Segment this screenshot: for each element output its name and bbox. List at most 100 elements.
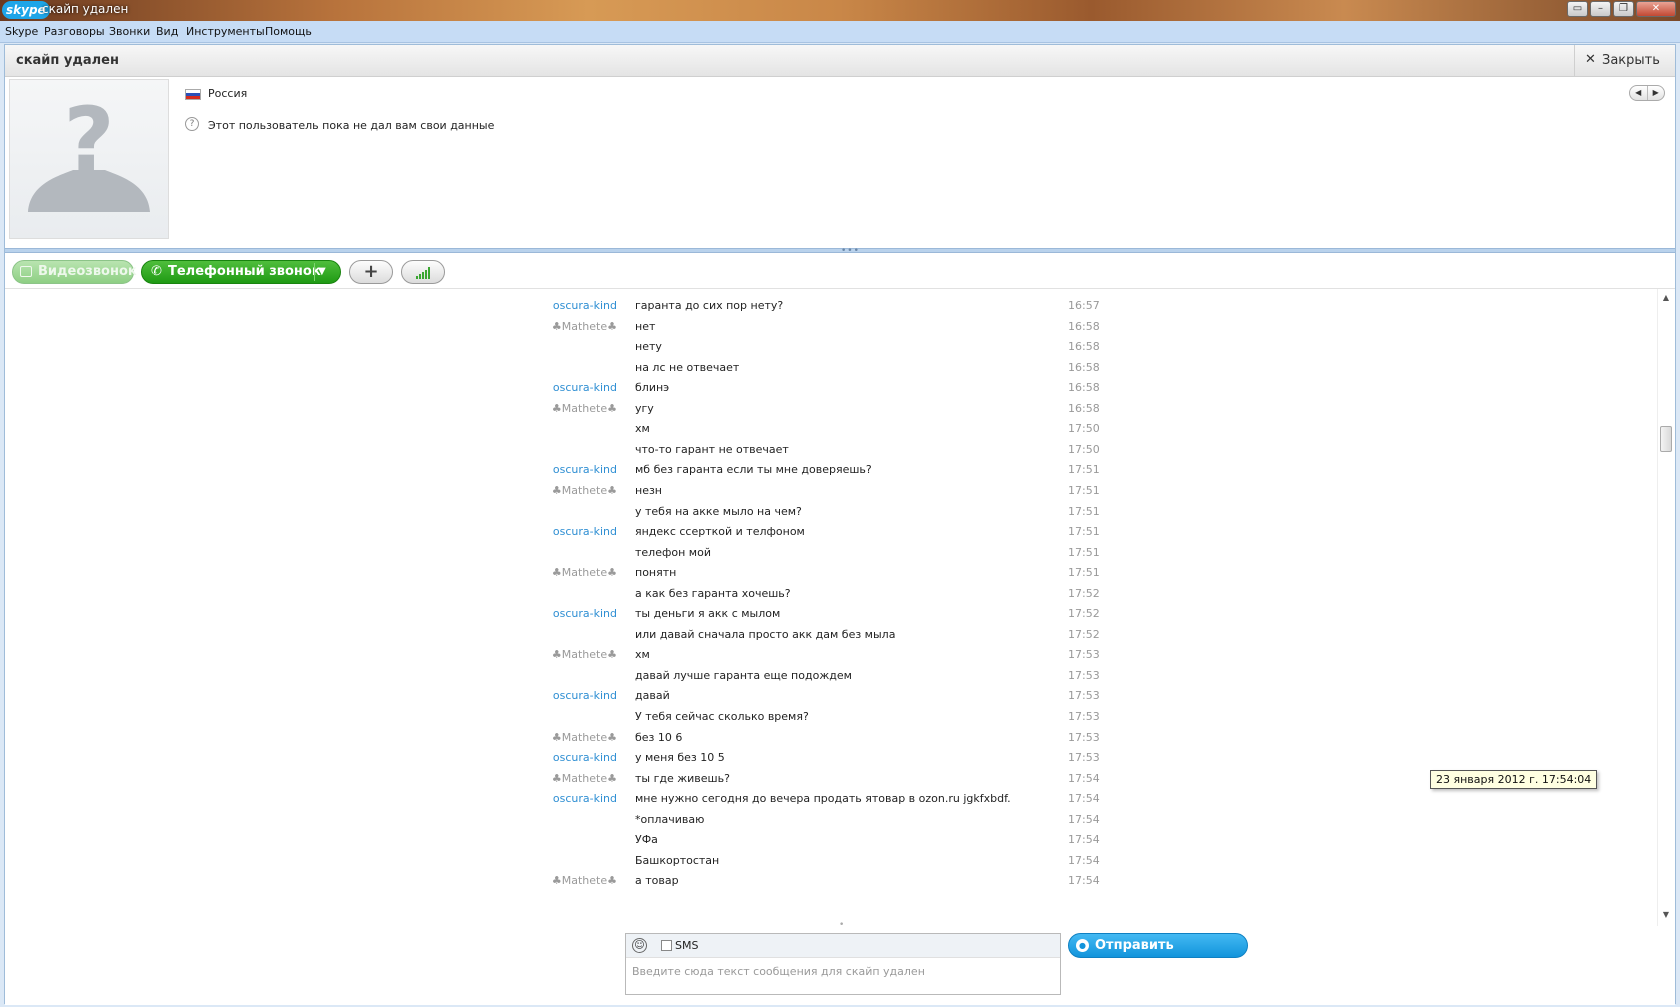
message-row[interactable]: oscura-kind ты деньги я акк с мылом 17:52 xyxy=(5,603,1655,625)
message-sender[interactable]: ♣Mathete♣ xyxy=(497,566,617,579)
message-row[interactable]: oscura-kind мне нужно сегодня до вечера п… xyxy=(5,788,1655,810)
message-row[interactable]: на лс не отвечает 16:58 xyxy=(5,357,1655,379)
message-sender[interactable]: oscura-kind xyxy=(497,751,617,764)
message-composer[interactable]: ☺ SMS Введите сюда текст сообщения для с… xyxy=(625,933,1061,995)
arrow-right-icon[interactable]: ▶ xyxy=(1648,86,1665,100)
message-time[interactable]: 17:53 xyxy=(1068,710,1100,723)
message-row[interactable]: У тебя сейчас сколько время? 17:53 xyxy=(5,706,1655,728)
message-time[interactable]: 17:53 xyxy=(1068,751,1100,764)
message-row[interactable]: что-то гарант не отвечает 17:50 xyxy=(5,439,1655,461)
message-history[interactable]: oscura-kind гаранта до сих пор нету? 16:57… xyxy=(5,289,1675,926)
message-time[interactable]: 17:52 xyxy=(1068,607,1100,620)
menu-tools[interactable]: Инструменты xyxy=(186,25,265,38)
message-sender[interactable]: ♣Mathete♣ xyxy=(497,648,617,661)
arrow-left-icon[interactable]: ◀ xyxy=(1630,86,1648,100)
send-message-button[interactable]: ● Отправить сообщение xyxy=(1068,933,1248,976)
message-row[interactable]: Башкортостан 17:54 xyxy=(5,850,1655,872)
message-row[interactable]: у тебя на акке мыло на чем? 17:51 xyxy=(5,501,1655,523)
message-row[interactable]: нету 16:58 xyxy=(5,336,1655,358)
message-row[interactable]: ♣Mathete♣ а товар 17:54 xyxy=(5,870,1655,892)
message-row[interactable]: а как без гаранта хочешь? 17:52 xyxy=(5,583,1655,605)
video-call-button[interactable]: Видеозвонок xyxy=(12,260,137,284)
message-time[interactable]: 17:53 xyxy=(1068,669,1100,682)
message-time[interactable]: 17:51 xyxy=(1068,566,1100,579)
message-row[interactable]: oscura-kind яндекс ссерткой и телфоном 17:… xyxy=(5,521,1655,543)
message-row[interactable]: ♣Mathete♣ без 10 6 17:53 xyxy=(5,727,1655,749)
add-people-button[interactable]: + xyxy=(349,260,393,284)
message-row[interactable]: ♣Mathete♣ незн 17:51 xyxy=(5,480,1655,502)
message-row[interactable]: ♣Mathete♣ нет 16:58 xyxy=(5,316,1655,338)
menu-calls[interactable]: Звонки xyxy=(109,25,150,38)
message-row[interactable]: oscura-kind мб без гаранта если ты мне до… xyxy=(5,459,1655,481)
message-time[interactable]: 17:50 xyxy=(1068,443,1100,456)
maximize-icon[interactable]: ❐ xyxy=(1613,1,1634,17)
message-sender[interactable]: oscura-kind xyxy=(497,463,617,476)
message-row[interactable]: давай лучше гаранта еще подождем 17:53 xyxy=(5,665,1655,687)
menu-conversations[interactable]: Разговоры xyxy=(44,25,105,38)
message-time[interactable]: 16:58 xyxy=(1068,340,1100,353)
message-sender[interactable]: ♣Mathete♣ xyxy=(497,772,617,785)
message-time[interactable]: 16:58 xyxy=(1068,361,1100,374)
message-sender[interactable]: ♣Mathete♣ xyxy=(497,731,617,744)
menu-view[interactable]: Вид xyxy=(156,25,178,38)
message-sender[interactable]: oscura-kind xyxy=(497,607,617,620)
message-time[interactable]: 17:53 xyxy=(1068,689,1100,702)
message-row[interactable]: oscura-kind давай 17:53 xyxy=(5,685,1655,707)
message-scrollbar[interactable]: ▲ ▼ xyxy=(1657,289,1673,926)
minimize-icon[interactable]: – xyxy=(1590,1,1611,17)
message-sender[interactable]: oscura-kind xyxy=(497,299,617,312)
message-time[interactable]: 16:58 xyxy=(1068,320,1100,333)
message-row[interactable]: телефон мой 17:51 xyxy=(5,542,1655,564)
message-time[interactable]: 17:52 xyxy=(1068,628,1100,641)
message-time[interactable]: 17:54 xyxy=(1068,833,1100,846)
message-sender[interactable]: oscura-kind xyxy=(497,689,617,702)
message-sender[interactable]: oscura-kind xyxy=(497,381,617,394)
message-row[interactable]: УФа 17:54 xyxy=(5,829,1655,851)
message-row[interactable]: oscura-kind гаранта до сих пор нету? 16:57 xyxy=(5,295,1655,317)
message-row[interactable]: или давай сначала просто акк дам без мыл… xyxy=(5,624,1655,646)
chevron-down-icon[interactable]: ▼ xyxy=(318,261,326,283)
scroll-up-icon[interactable]: ▲ xyxy=(1660,293,1672,305)
message-time[interactable]: 17:54 xyxy=(1068,792,1100,805)
scroll-down-icon[interactable]: ▼ xyxy=(1660,910,1672,922)
message-time[interactable]: 17:51 xyxy=(1068,505,1100,518)
emoticon-icon[interactable]: ☺ xyxy=(632,938,647,953)
message-sender[interactable]: ♣Mathete♣ xyxy=(497,874,617,887)
message-row[interactable]: oscura-kind блинэ 16:58 xyxy=(5,377,1655,399)
close-icon[interactable]: ✕ xyxy=(1636,1,1676,17)
message-row[interactable]: ♣Mathete♣ понятн 17:51 xyxy=(5,562,1655,584)
message-sender[interactable]: oscura-kind xyxy=(497,525,617,538)
message-time[interactable]: 16:57 xyxy=(1068,299,1100,312)
message-time[interactable]: 17:53 xyxy=(1068,731,1100,744)
menu-help[interactable]: Помощь xyxy=(265,25,312,38)
message-time[interactable]: 16:58 xyxy=(1068,402,1100,415)
message-time[interactable]: 17:54 xyxy=(1068,874,1100,887)
close-button[interactable]: ✕ Закрыть xyxy=(1574,45,1675,76)
menu-skype[interactable]: Skype xyxy=(5,25,38,38)
message-time[interactable]: 17:51 xyxy=(1068,525,1100,538)
message-time[interactable]: 16:58 xyxy=(1068,381,1100,394)
message-row[interactable]: ♣Mathete♣ ты где живешь? 17:54 xyxy=(5,768,1655,790)
message-row[interactable]: ♣Mathete♣ угу 16:58 xyxy=(5,398,1655,420)
message-sender[interactable]: ♣Mathete♣ xyxy=(497,402,617,415)
restore-icon[interactable]: ▭ xyxy=(1567,1,1588,17)
avatar[interactable]: ? xyxy=(9,79,169,239)
message-time[interactable]: 17:52 xyxy=(1068,587,1100,600)
message-row[interactable]: хм 17:50 xyxy=(5,418,1655,440)
call-quality-button[interactable] xyxy=(401,260,445,284)
message-sender[interactable]: ♣Mathete♣ xyxy=(497,320,617,333)
message-time[interactable]: 17:50 xyxy=(1068,422,1100,435)
message-sender[interactable]: oscura-kind xyxy=(497,792,617,805)
message-sender[interactable]: ♣Mathete♣ xyxy=(497,484,617,497)
message-input-placeholder[interactable]: Введите сюда текст сообщения для скайп у… xyxy=(632,965,925,978)
message-row[interactable]: ♣Mathete♣ хм 17:53 xyxy=(5,644,1655,666)
message-row[interactable]: oscura-kind у меня без 10 5 17:53 xyxy=(5,747,1655,769)
message-time[interactable]: 17:54 xyxy=(1068,813,1100,826)
message-time[interactable]: 17:54 xyxy=(1068,854,1100,867)
message-time[interactable]: 17:54 xyxy=(1068,772,1100,785)
message-time[interactable]: 17:51 xyxy=(1068,546,1100,559)
composer-resize-icon[interactable]: • xyxy=(839,920,844,930)
sms-checkbox[interactable] xyxy=(661,940,672,951)
message-time[interactable]: 17:51 xyxy=(1068,484,1100,497)
phone-call-button[interactable]: ✆ Телефонный звонок ▼ xyxy=(141,260,341,284)
